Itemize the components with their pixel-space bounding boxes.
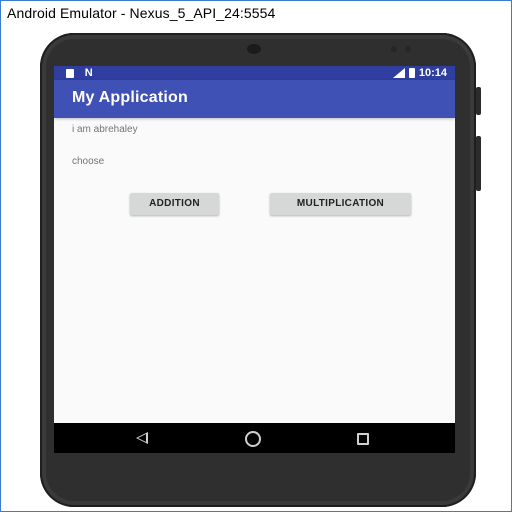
phone-speaker-icon <box>247 44 261 54</box>
window-titlebar[interactable]: Android Emulator - Nexus_5_API_24:5554 <box>1 1 511 27</box>
choose-text: choose <box>72 156 105 167</box>
battery-icon <box>408 68 415 78</box>
status-left-icons: N <box>66 67 93 79</box>
app-title: My Application <box>72 89 188 106</box>
recents-icon[interactable] <box>357 433 369 445</box>
navigation-bar <box>54 423 455 453</box>
device-screen: N 10:14 My Application i am abrehaley ch… <box>54 66 455 453</box>
power-button[interactable] <box>476 87 481 115</box>
status-bar: N 10:14 <box>54 66 455 80</box>
emulator-window: Android Emulator - Nexus_5_API_24:5554 N… <box>0 0 512 512</box>
n-icon: N <box>84 67 93 79</box>
status-right-icons: 10:14 <box>392 67 447 79</box>
multiplication-button[interactable]: MULTIPLICATION <box>270 193 411 215</box>
signal-icon <box>392 68 405 78</box>
window-title: Android Emulator - Nexus_5_API_24:5554 <box>7 5 276 21</box>
volume-button[interactable] <box>476 136 481 191</box>
app-toolbar: My Application <box>54 80 455 118</box>
addition-button[interactable]: ADDITION <box>130 193 219 215</box>
home-icon[interactable] <box>245 431 261 447</box>
intro-text: i am abrehaley <box>72 124 138 135</box>
sd-card-icon <box>66 68 74 78</box>
phone-sensors <box>391 46 415 52</box>
status-time: 10:14 <box>418 67 447 79</box>
back-icon[interactable] <box>136 432 148 444</box>
